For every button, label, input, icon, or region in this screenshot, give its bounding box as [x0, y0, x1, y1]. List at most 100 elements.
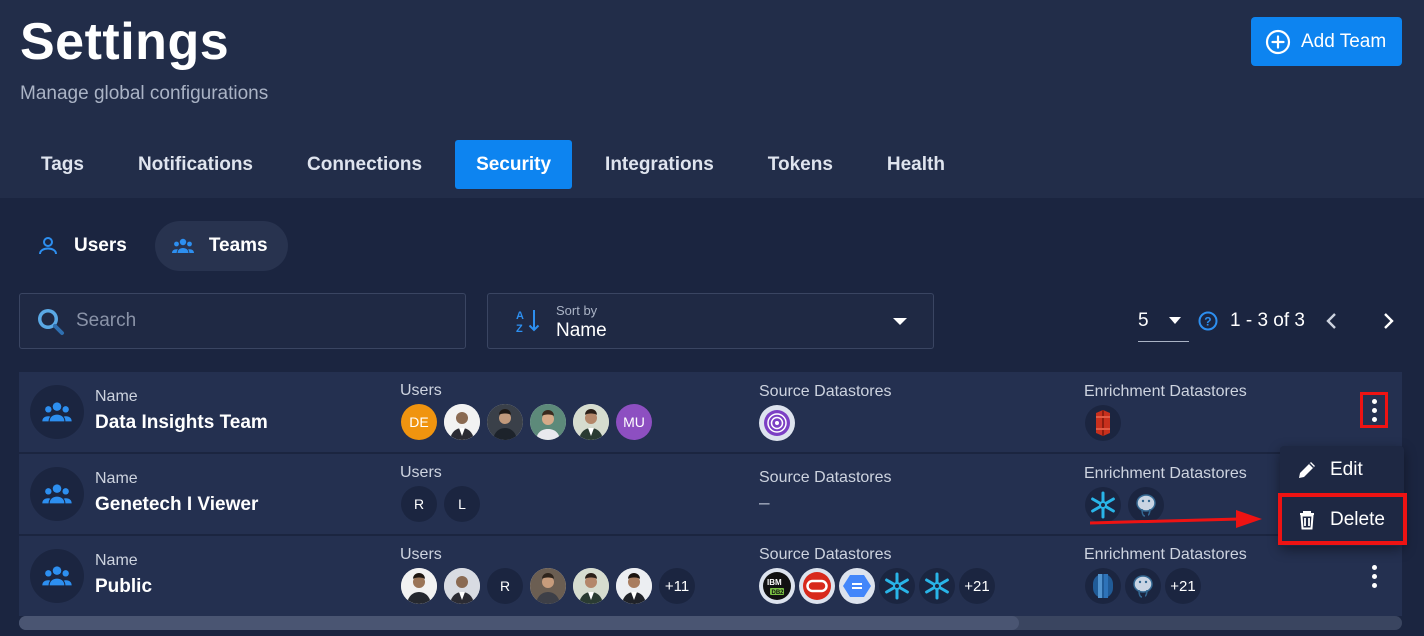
svg-text:A: A	[516, 310, 524, 322]
subtab-users[interactable]: Users	[20, 221, 147, 271]
team-icon	[42, 402, 72, 422]
user-chip[interactable]: R	[487, 568, 523, 604]
user-photo[interactable]	[573, 568, 609, 604]
tab-health[interactable]: Health	[866, 140, 966, 189]
tab-notifications[interactable]: Notifications	[117, 140, 274, 189]
row-actions-menu-button[interactable]	[1360, 558, 1388, 594]
table-row[interactable]: Name Public Users R +11 Source Datastore…	[19, 536, 1402, 616]
edit-menu-item[interactable]: Edit	[1280, 446, 1404, 494]
svg-text:IBM: IBM	[767, 578, 782, 587]
name-label: Name	[95, 552, 138, 569]
postgresql-icon[interactable]	[1125, 568, 1161, 604]
enrichment-datastores-label: Enrichment Datastores	[1084, 383, 1247, 400]
user-photo[interactable]	[444, 568, 480, 604]
user-chips: DE MU	[401, 404, 652, 440]
chevron-down-icon	[893, 318, 907, 325]
more-source-datastores-badge[interactable]: +21	[959, 568, 995, 604]
subtab-users-label: Users	[74, 235, 127, 256]
per-page-select[interactable]: 5	[1138, 300, 1189, 342]
enrichment-datastore-chips: +21	[1085, 568, 1201, 604]
arrow-annotation-icon	[1090, 510, 1262, 528]
sort-select[interactable]: AZ Sort by Name	[487, 293, 934, 349]
table-row[interactable]: Name Data Insights Team Users DE MU Sour…	[19, 372, 1402, 452]
security-subtabs: Users Teams	[20, 221, 288, 271]
chevron-down-icon	[1168, 317, 1181, 324]
snowflake-icon[interactable]	[879, 568, 915, 604]
user-photo[interactable]	[530, 404, 566, 440]
source-datastores-empty: –	[759, 493, 770, 514]
source-datastores-label: Source Datastores	[759, 383, 892, 400]
user-photo[interactable]	[444, 404, 480, 440]
sort-az-icon: AZ	[516, 310, 540, 335]
search-box	[19, 293, 466, 349]
pagination-range: 1 - 3 of 3	[1230, 310, 1305, 331]
source-datastore-chips	[759, 405, 795, 441]
scrollbar-thumb[interactable]	[19, 616, 1019, 630]
horizontal-scrollbar[interactable]	[19, 616, 1402, 630]
enrichment-datastore-chips	[1085, 405, 1121, 441]
prev-page-button[interactable]	[1321, 310, 1343, 332]
page-title: Settings	[20, 13, 230, 71]
enrichment-datastores-label: Enrichment Datastores	[1084, 546, 1247, 563]
user-photo[interactable]	[401, 568, 437, 604]
user-icon	[39, 237, 57, 255]
team-icon	[42, 566, 72, 586]
users-label: Users	[400, 464, 442, 481]
svg-text:?: ?	[1204, 315, 1211, 329]
row-actions-menu-button[interactable]	[1360, 392, 1388, 428]
per-page-value: 5	[1138, 309, 1149, 331]
user-chips: R +11	[401, 568, 695, 604]
search-input[interactable]	[76, 310, 436, 332]
oracle-icon[interactable]	[799, 568, 835, 604]
more-users-badge[interactable]: +11	[659, 568, 695, 604]
bigquery-icon[interactable]	[839, 568, 875, 604]
user-chip[interactable]: MU	[616, 404, 652, 440]
svg-text:Z: Z	[516, 323, 523, 335]
sort-label: Sort by	[556, 303, 598, 318]
users-label: Users	[400, 546, 442, 563]
teams-table: Name Data Insights Team Users DE MU Sour…	[19, 372, 1402, 616]
redshift-icon[interactable]	[1085, 568, 1121, 604]
add-team-button[interactable]: Add Team	[1251, 17, 1402, 66]
search-icon	[38, 309, 64, 335]
pencil-icon	[1299, 462, 1315, 478]
team-avatar	[30, 467, 84, 521]
tab-tokens[interactable]: Tokens	[747, 140, 854, 189]
source-datastores-label: Source Datastores	[759, 469, 892, 486]
name-label: Name	[95, 470, 138, 487]
users-label: Users	[400, 382, 442, 399]
tab-tags[interactable]: Tags	[20, 140, 105, 189]
pagination: 5 ? 1 - 3 of 3	[1138, 300, 1399, 342]
plus-circle-icon	[1265, 29, 1291, 54]
subtab-teams[interactable]: Teams	[154, 221, 288, 271]
user-chip[interactable]: DE	[401, 404, 437, 440]
add-team-label: Add Team	[1301, 30, 1387, 52]
settings-tabs: Tags Notifications Connections Security …	[20, 140, 978, 189]
team-avatar	[30, 549, 84, 603]
snowflake-icon[interactable]	[919, 568, 955, 604]
user-photo[interactable]	[530, 568, 566, 604]
user-chip[interactable]: L	[444, 486, 480, 522]
tab-security[interactable]: Security	[455, 140, 573, 189]
help-icon[interactable]: ?	[1198, 311, 1218, 331]
user-photo[interactable]	[487, 404, 523, 440]
team-icon	[171, 238, 194, 253]
delete-highlight-box	[1278, 493, 1407, 545]
user-photo[interactable]	[616, 568, 652, 604]
team-name: Data Insights Team	[95, 412, 268, 433]
enrichment-datastores-label: Enrichment Datastores	[1084, 465, 1247, 482]
user-chip[interactable]: R	[401, 486, 437, 522]
fingerprint-datastore-icon[interactable]	[759, 405, 795, 441]
ibm-db2-icon[interactable]: IBM DB2	[759, 568, 795, 604]
more-enrichment-datastores-badge[interactable]: +21	[1165, 568, 1201, 604]
subtab-teams-label: Teams	[208, 235, 268, 256]
source-datastores-label: Source Datastores	[759, 546, 892, 563]
tab-connections[interactable]: Connections	[286, 140, 443, 189]
aws-s3-icon[interactable]	[1085, 405, 1121, 441]
next-page-button[interactable]	[1377, 310, 1399, 332]
page-subtitle: Manage global configurations	[20, 83, 269, 104]
team-name: Public	[95, 576, 153, 597]
user-photo[interactable]	[573, 404, 609, 440]
user-chips: R L	[401, 486, 480, 522]
tab-integrations[interactable]: Integrations	[584, 140, 735, 189]
